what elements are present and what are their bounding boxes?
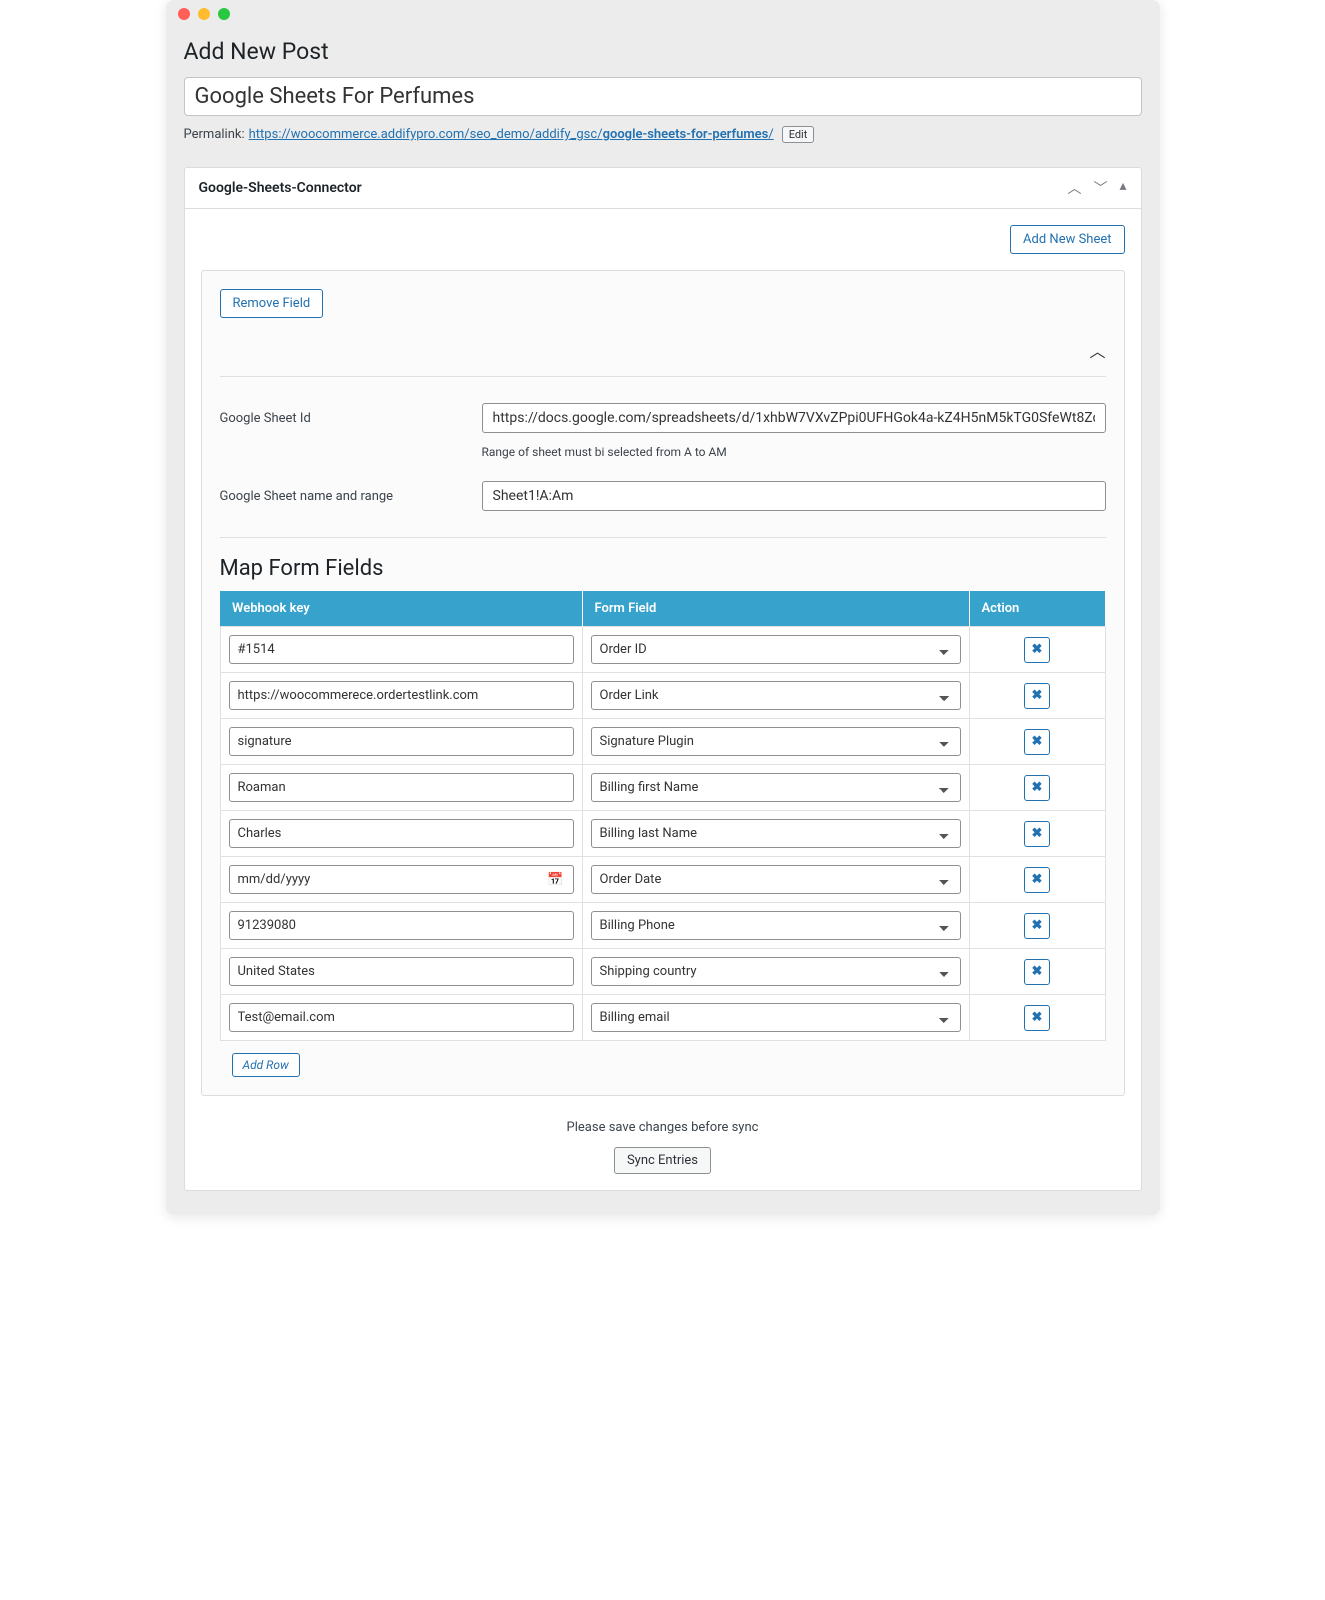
table-row: Billing last Name ✖: [220, 811, 1105, 857]
map-fields-table: Webhook key Form Field Action Order ID✖O…: [220, 591, 1106, 1041]
table-row: Signature Plugin ✖: [220, 719, 1105, 765]
range-hint: Range of sheet must bi selected from A t…: [482, 445, 1106, 459]
form-field-select[interactable]: Billing email: [591, 1003, 961, 1032]
map-fields-heading: Map Form Fields: [220, 556, 1106, 581]
webhook-key-input[interactable]: [229, 957, 574, 986]
webhook-key-input[interactable]: [229, 1003, 574, 1032]
delete-row-button[interactable]: ✖: [1024, 683, 1050, 709]
table-row: Billing first Name ✖: [220, 765, 1105, 811]
page-heading: Add New Post: [184, 38, 1142, 65]
chevron-up-icon[interactable]: ︿: [1089, 338, 1105, 362]
collapse-toggle-icon[interactable]: ▴: [1119, 178, 1126, 198]
post-title-input[interactable]: [184, 77, 1142, 116]
divider: [220, 537, 1106, 538]
sheet-range-row: Google Sheet name and range: [220, 469, 1106, 523]
divider: [220, 376, 1106, 377]
metabox-controls: ︿ ﹀ ▴: [1067, 178, 1126, 198]
permalink-link[interactable]: https://woocommerce.addifypro.com/seo_de…: [249, 127, 774, 142]
webhook-key-date-input[interactable]: [229, 865, 574, 894]
permalink-row: Permalink: https://woocommerce.addifypro…: [184, 126, 1142, 143]
form-field-select[interactable]: Order Date: [591, 865, 961, 894]
add-row-button[interactable]: Add Row: [232, 1053, 300, 1077]
table-row: Billing Phone ✖: [220, 903, 1105, 949]
sync-hint: Please save changes before sync: [201, 1120, 1125, 1135]
sheet-id-input[interactable]: [482, 403, 1106, 433]
sheet-range-label: Google Sheet name and range: [220, 489, 482, 504]
google-sheets-connector-metabox: Google-Sheets-Connector ︿ ﹀ ▴ Add New Sh…: [184, 167, 1142, 1191]
webhook-key-input[interactable]: [229, 773, 574, 802]
form-field-select[interactable]: Billing Phone: [591, 911, 961, 940]
delete-row-button[interactable]: ✖: [1024, 821, 1050, 847]
form-field-select[interactable]: Order Link: [591, 681, 961, 710]
webhook-key-input[interactable]: [229, 681, 574, 710]
sheet-config-box: Remove Field ︿ Google Sheet Id: [201, 270, 1125, 1096]
table-row: Order Link ✖: [220, 673, 1105, 719]
form-field-select[interactable]: Shipping country: [591, 957, 961, 986]
sync-entries-button[interactable]: Sync Entries: [614, 1147, 711, 1174]
col-header-action: Action: [969, 591, 1105, 627]
table-row: Shipping country ✖: [220, 949, 1105, 995]
delete-row-button[interactable]: ✖: [1024, 1005, 1050, 1031]
delete-row-button[interactable]: ✖: [1024, 729, 1050, 755]
permalink-label: Permalink:: [184, 127, 245, 142]
sheet-range-input[interactable]: [482, 481, 1106, 511]
webhook-key-input[interactable]: [229, 727, 574, 756]
table-row: Order ID ✖: [220, 627, 1105, 673]
delete-row-button[interactable]: ✖: [1024, 637, 1050, 663]
delete-row-button[interactable]: ✖: [1024, 913, 1050, 939]
col-header-webhook-key: Webhook key: [220, 591, 582, 627]
move-down-icon[interactable]: ﹀: [1093, 178, 1107, 198]
table-row: Billing email ✖: [220, 995, 1105, 1041]
sheet-id-row: Google Sheet Id: [220, 391, 1106, 445]
close-window-icon[interactable]: [178, 8, 190, 20]
page-content: Add New Post Permalink: https://woocomme…: [166, 28, 1160, 1215]
form-field-select[interactable]: Order ID: [591, 635, 961, 664]
edit-permalink-button[interactable]: Edit: [782, 126, 815, 143]
sheet-id-label: Google Sheet Id: [220, 411, 482, 426]
app-window: Add New Post Permalink: https://woocomme…: [166, 0, 1160, 1215]
metabox-title: Google-Sheets-Connector: [199, 180, 362, 196]
webhook-key-input[interactable]: [229, 635, 574, 664]
top-actions: Add New Sheet: [201, 225, 1125, 254]
metabox-body: Add New Sheet Remove Field ︿ Google Shee…: [185, 209, 1141, 1190]
maximize-window-icon[interactable]: [218, 8, 230, 20]
webhook-key-input[interactable]: [229, 911, 574, 940]
remove-field-button[interactable]: Remove Field: [220, 289, 324, 318]
form-field-select[interactable]: Billing last Name: [591, 819, 961, 848]
delete-row-button[interactable]: ✖: [1024, 959, 1050, 985]
window-titlebar: [166, 0, 1160, 28]
form-field-select[interactable]: Billing first Name: [591, 773, 961, 802]
delete-row-button[interactable]: ✖: [1024, 775, 1050, 801]
col-header-form-field: Form Field: [582, 591, 969, 627]
table-row: 📅Order Date✖: [220, 857, 1105, 903]
move-up-icon[interactable]: ︿: [1067, 178, 1081, 198]
delete-row-button[interactable]: ✖: [1024, 867, 1050, 893]
minimize-window-icon[interactable]: [198, 8, 210, 20]
webhook-key-input[interactable]: [229, 819, 574, 848]
add-new-sheet-button[interactable]: Add New Sheet: [1010, 225, 1124, 254]
metabox-header: Google-Sheets-Connector ︿ ﹀ ▴: [185, 168, 1141, 209]
sync-section: Please save changes before sync Sync Ent…: [201, 1120, 1125, 1174]
form-field-select[interactable]: Signature Plugin: [591, 727, 961, 756]
